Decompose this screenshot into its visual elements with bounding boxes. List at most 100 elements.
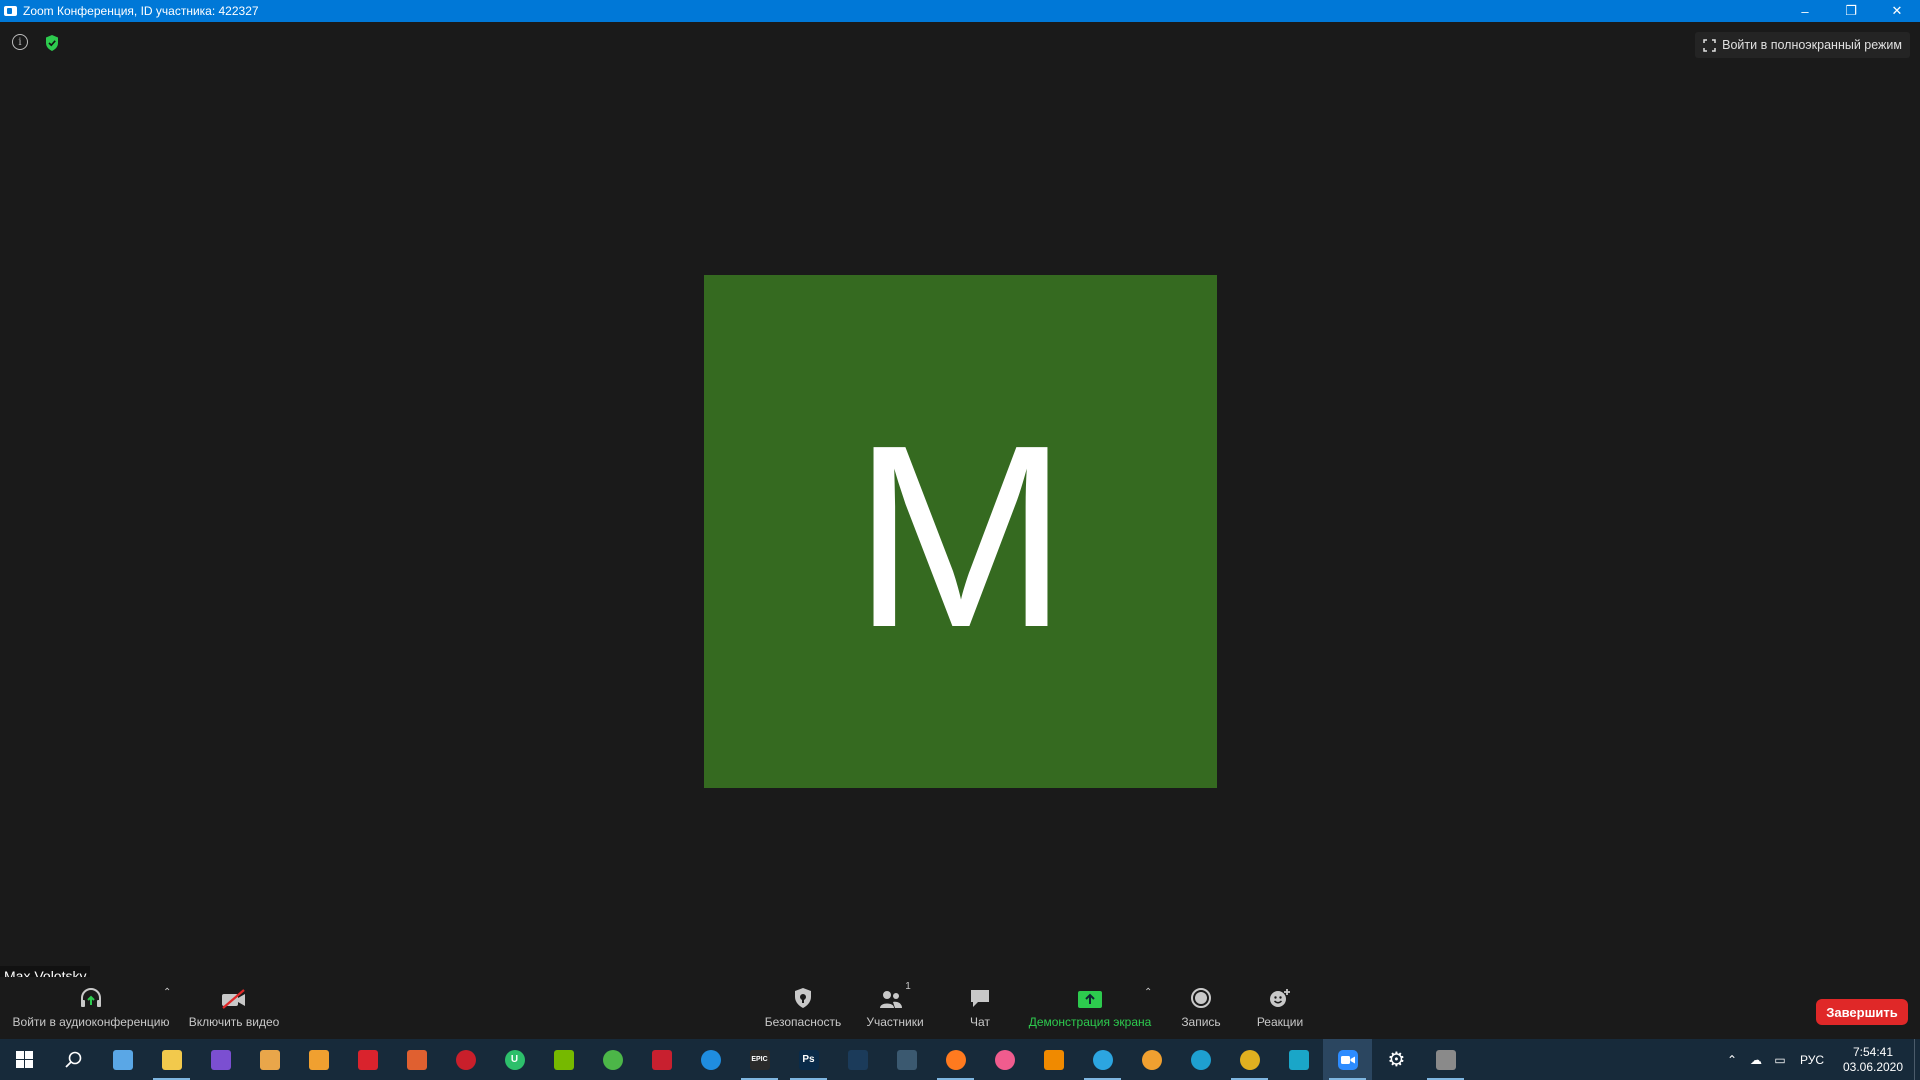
participants-count: 1: [905, 981, 911, 992]
title-bar: Zoom Конференция, ID участника: 422327 –…: [0, 0, 1920, 22]
taskbar-item-red-circle[interactable]: [441, 1039, 490, 1080]
taskbar-item-vlc[interactable]: [1029, 1039, 1078, 1080]
taskbar-item-task-view[interactable]: [98, 1039, 147, 1080]
chrome-icon: [1239, 1049, 1260, 1070]
reactions-button[interactable]: Реакции: [1246, 977, 1314, 1039]
video-off-icon: [222, 989, 245, 1009]
zoom-app-icon: [4, 6, 17, 16]
taskbar-item-photoshop[interactable]: Ps: [784, 1039, 833, 1080]
fullscreen-button[interactable]: Войти в полноэкранный режим: [1695, 32, 1910, 58]
taskbar-item-download[interactable]: [637, 1039, 686, 1080]
fullscreen-icon: [1703, 38, 1716, 52]
taskbar-item-settings[interactable]: ⚙: [1372, 1039, 1421, 1080]
taskbar-item-chrome[interactable]: [1225, 1039, 1274, 1080]
chat-button[interactable]: Чат: [950, 977, 1010, 1039]
firefox-icon: [945, 1049, 966, 1070]
restore-button[interactable]: ❐: [1828, 0, 1874, 22]
taskbar-item-box[interactable]: [882, 1039, 931, 1080]
uplay-icon: U: [504, 1049, 525, 1070]
meeting-controls-bar: Войти в аудиоконференцию ⌃ Включить виде…: [0, 977, 1920, 1039]
epic-games-icon: EPIC: [749, 1049, 770, 1070]
security-button[interactable]: Безопасность: [760, 977, 846, 1039]
tray-chevron-up-icon[interactable]: ⌃: [1720, 1053, 1744, 1067]
taskbar-item-edge[interactable]: [1176, 1039, 1225, 1080]
nvidia-icon: [553, 1049, 574, 1070]
start-video-label: Включить видео: [188, 1015, 280, 1029]
record-label: Запись: [1181, 1015, 1221, 1029]
record-button[interactable]: Запись: [1170, 977, 1232, 1039]
app-purple-icon: [210, 1049, 231, 1070]
file-explorer-icon: [161, 1049, 182, 1070]
taskbar-item-itunes[interactable]: [980, 1039, 1029, 1080]
onedrive-cloud-icon[interactable]: ☁: [1744, 1053, 1768, 1067]
box-icon: [896, 1049, 917, 1070]
join-audio-label: Войти в аудиоконференцию: [12, 1015, 170, 1029]
taskbar-item-cross[interactable]: [392, 1039, 441, 1080]
reactions-smiley-icon: [1270, 989, 1290, 1007]
audio-options-chevron-icon[interactable]: ⌃: [163, 987, 171, 998]
participant-avatar-tile: M: [704, 275, 1217, 788]
taskbar-item-steam[interactable]: [833, 1039, 882, 1080]
reactions-label: Реакции: [1256, 1015, 1304, 1029]
record-icon: [1191, 988, 1211, 1008]
taskbar-item-start[interactable]: [0, 1039, 49, 1080]
start-icon: [15, 1050, 35, 1070]
zoom-icon: [1337, 1049, 1358, 1070]
taskbar-item-utorrent[interactable]: [588, 1039, 637, 1080]
participants-button[interactable]: 1 Участники: [860, 977, 930, 1039]
taskbar-clock[interactable]: 7:54:41 03.06.2020: [1832, 1045, 1914, 1075]
taskbar-item-file-explorer[interactable]: [147, 1039, 196, 1080]
share-options-chevron-icon[interactable]: ⌃: [1144, 987, 1152, 998]
show-desktop-button[interactable]: [1914, 1039, 1920, 1080]
encryption-shield-icon[interactable]: [44, 34, 60, 52]
itunes-icon: [994, 1049, 1015, 1070]
minimize-button[interactable]: –: [1782, 0, 1828, 22]
search-icon: [64, 1050, 84, 1070]
telegram-icon: [1092, 1049, 1113, 1070]
end-meeting-button[interactable]: Завершить: [1816, 999, 1908, 1025]
taskbar-item-uplay[interactable]: U: [490, 1039, 539, 1080]
system-tray: ⌃ ☁ ▭ РУС 7:54:41 03.06.2020: [1720, 1039, 1920, 1080]
window-controls: – ❐ ✕: [1782, 0, 1920, 22]
photoshop-icon: Ps: [798, 1049, 819, 1070]
taskbar-item-photos[interactable]: [294, 1039, 343, 1080]
taskbar-item-telegram[interactable]: [1078, 1039, 1127, 1080]
taskbar-item-flash[interactable]: [343, 1039, 392, 1080]
taskbar-item-snip[interactable]: [1421, 1039, 1470, 1080]
taskbar-item-app-s[interactable]: [1274, 1039, 1323, 1080]
window-title: Zoom Конференция, ID участника: 422327: [23, 4, 259, 18]
share-screen-button[interactable]: Демонстрация экрана: [1024, 977, 1156, 1039]
share-screen-icon: [1078, 991, 1102, 1008]
taskbar-item-sun-app[interactable]: [1127, 1039, 1176, 1080]
clock-date: 03.06.2020: [1842, 1059, 1904, 1074]
task-view-icon: [112, 1049, 133, 1070]
taskbar-item-app-purple[interactable]: [196, 1039, 245, 1080]
headphones-icon: [81, 988, 101, 1007]
taskbar-item-app-tools[interactable]: [245, 1039, 294, 1080]
steam-icon: [847, 1049, 868, 1070]
vlc-icon: [1043, 1049, 1064, 1070]
download-icon: [651, 1049, 672, 1070]
language-indicator[interactable]: РУС: [1792, 1053, 1832, 1067]
start-video-button[interactable]: Включить видео: [186, 977, 282, 1039]
snip-icon: [1435, 1049, 1456, 1070]
windows-taskbar: U EPIC Ps ⚙ ⌃ ☁ ▭ РУС 7:54:41 03.06.2020: [0, 1039, 1920, 1080]
taskbar-item-zoom[interactable]: [1323, 1039, 1372, 1080]
info-icon[interactable]: i: [12, 34, 28, 50]
settings-icon: ⚙: [1387, 1049, 1406, 1071]
security-label: Безопасность: [764, 1015, 842, 1029]
taskbar-item-ubisoft[interactable]: [686, 1039, 735, 1080]
taskbar-item-epic-games[interactable]: EPIC: [735, 1039, 784, 1080]
share-screen-label: Демонстрация экрана: [1028, 1015, 1152, 1029]
app-s-icon: [1288, 1049, 1309, 1070]
close-button[interactable]: ✕: [1874, 0, 1920, 22]
taskbar-item-search[interactable]: [49, 1039, 98, 1080]
photos-icon: [308, 1049, 329, 1070]
join-audio-button[interactable]: Войти в аудиоконференцию: [8, 977, 174, 1039]
taskbar-item-nvidia[interactable]: [539, 1039, 588, 1080]
network-icon[interactable]: ▭: [1768, 1053, 1792, 1067]
chat-label: Чат: [970, 1015, 990, 1029]
ubisoft-icon: [700, 1049, 721, 1070]
taskbar-item-firefox[interactable]: [931, 1039, 980, 1080]
meeting-area: i Войти в полноэкранный режим M Max Volo…: [0, 22, 1920, 986]
